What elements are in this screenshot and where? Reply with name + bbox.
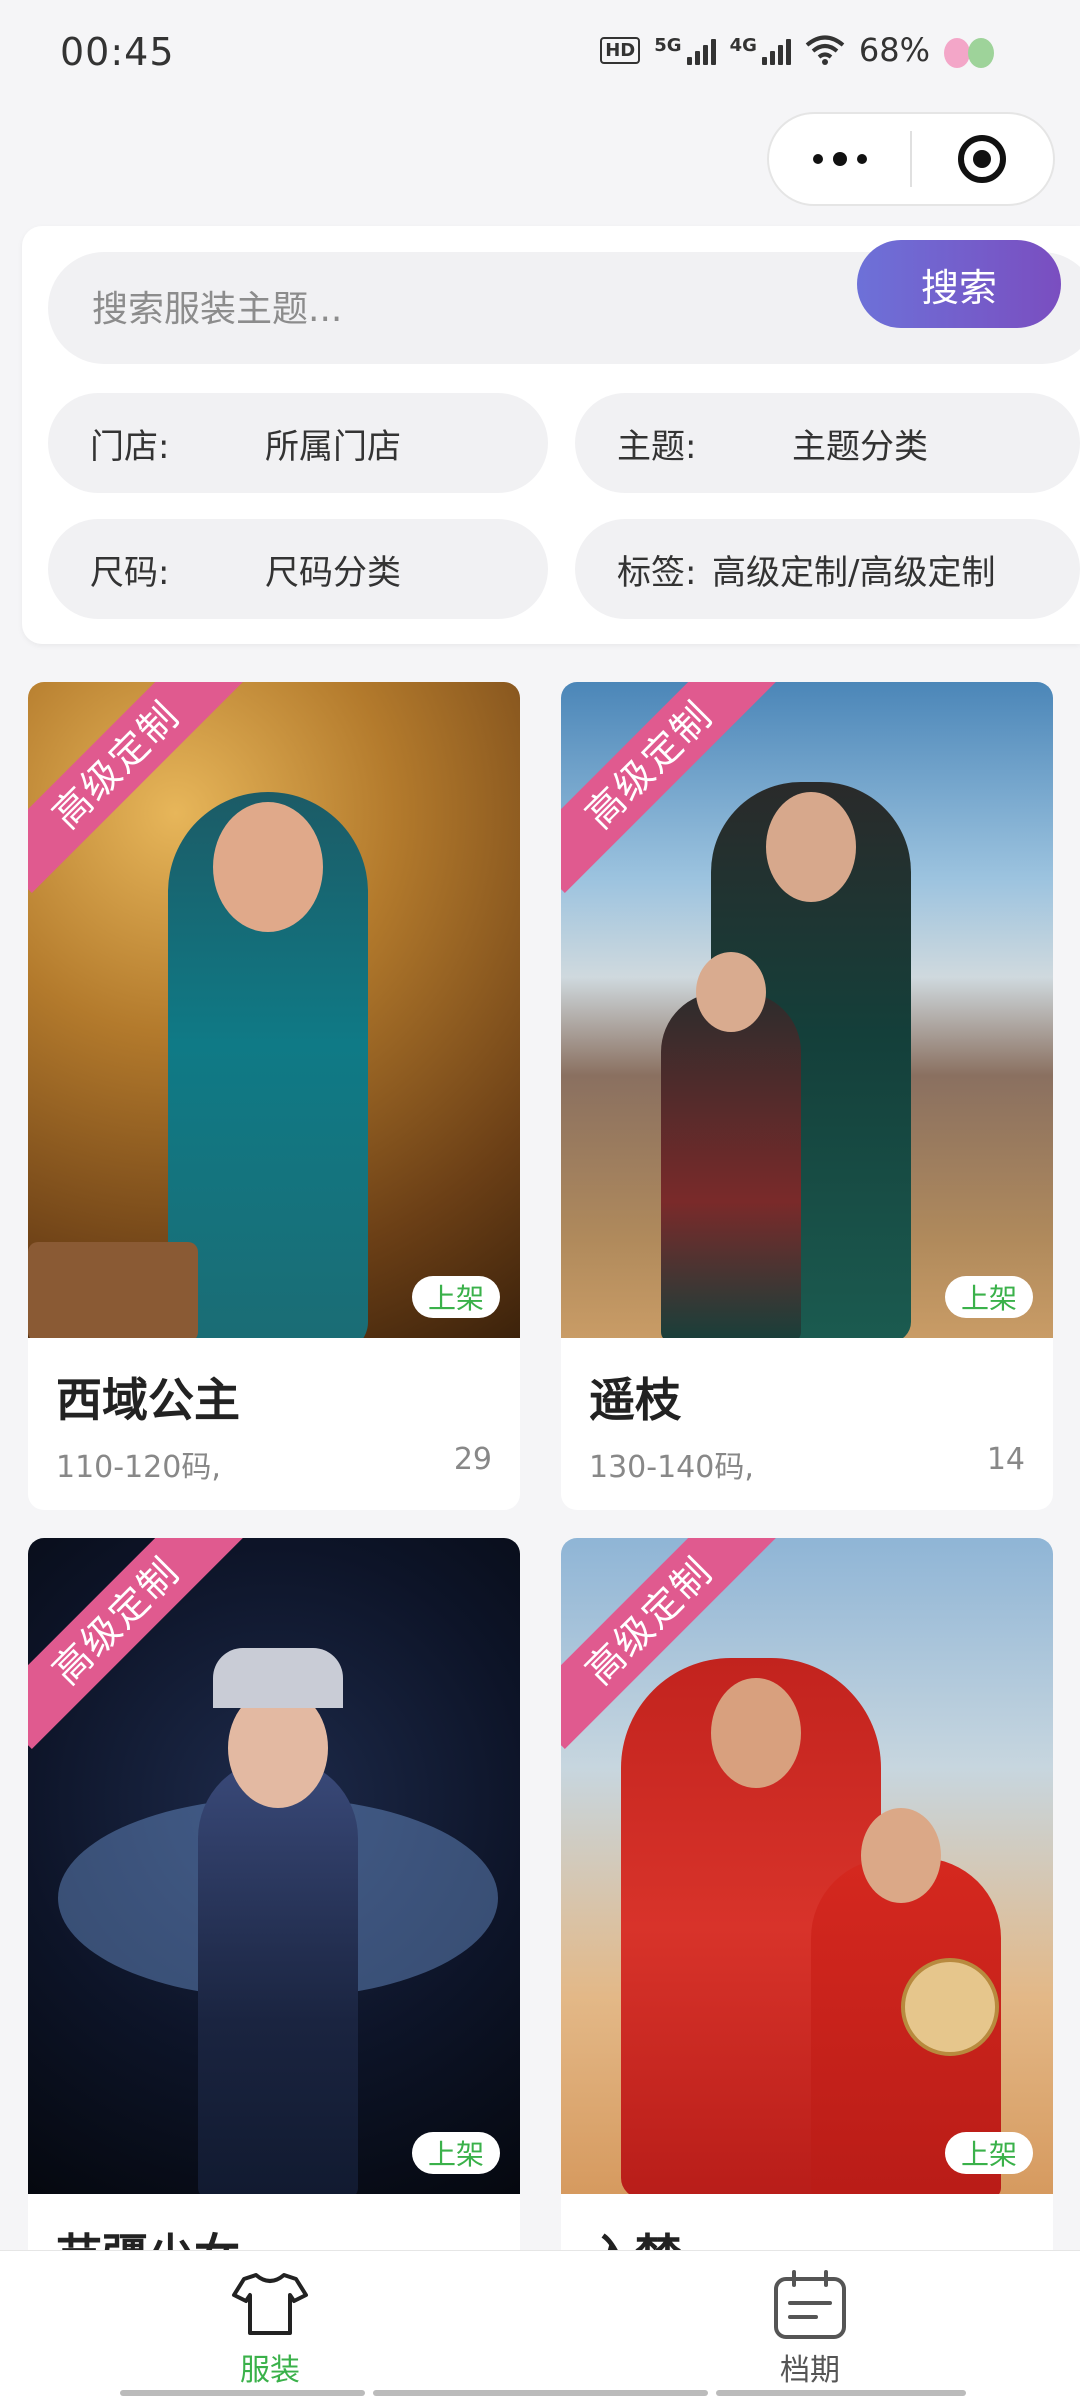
costume-card[interactable]: 高级定制 上架 西域公主 110-120码, 29 bbox=[28, 682, 520, 1510]
close-miniprogram-icon[interactable] bbox=[912, 135, 1053, 183]
more-menu-icon[interactable] bbox=[769, 152, 910, 166]
filter-tag[interactable]: 标签: 高级定制/高级定制 bbox=[575, 519, 1080, 619]
filter-value: 高级定制/高级定制 bbox=[712, 552, 996, 593]
status-badge: 上架 bbox=[412, 1276, 500, 1318]
wifi-icon bbox=[805, 35, 845, 65]
filter-key: 门店: bbox=[90, 426, 170, 467]
card-title: 遥枝 bbox=[589, 1373, 681, 1427]
filter-store[interactable]: 门店: 所属门店 bbox=[48, 393, 548, 493]
tab-label: 档期 bbox=[780, 2353, 840, 2388]
status-badge: 上架 bbox=[412, 2132, 500, 2174]
costume-card[interactable]: 高级定制 上架 入梦 bbox=[561, 1538, 1053, 2366]
filter-value: 尺码分类 bbox=[265, 552, 401, 593]
card-count: 29 bbox=[453, 1442, 492, 1477]
status-badge: 上架 bbox=[945, 2132, 1033, 2174]
tab-label: 服装 bbox=[240, 2353, 300, 2388]
filter-theme[interactable]: 主题: 主题分类 bbox=[575, 393, 1080, 493]
calendar-icon bbox=[774, 2270, 846, 2339]
search-button[interactable]: 搜索 bbox=[857, 240, 1061, 328]
bottom-tab-bar: 服装 档期 bbox=[0, 2250, 1080, 2401]
card-count: 14 bbox=[986, 1442, 1025, 1477]
search-input[interactable] bbox=[90, 252, 894, 366]
card-title: 西域公主 bbox=[56, 1373, 240, 1427]
filter-value: 主题分类 bbox=[792, 426, 928, 467]
status-bar: 00:45 HD 5G 4G 68% bbox=[0, 0, 1080, 110]
card-size: 110-120码, bbox=[56, 1450, 221, 1485]
miniprogram-capsule bbox=[767, 112, 1055, 206]
shirt-icon bbox=[232, 2273, 308, 2335]
costume-card[interactable]: 高级定制 上架 苗疆少女 bbox=[28, 1538, 520, 2366]
hd-voice-icon: HD bbox=[600, 36, 641, 64]
battery-level: 68% bbox=[858, 31, 930, 69]
filter-key: 主题: bbox=[617, 426, 697, 467]
status-time: 00:45 bbox=[60, 30, 175, 74]
signal-5g-icon: 5G bbox=[654, 35, 716, 65]
filter-value: 所属门店 bbox=[265, 426, 401, 467]
filter-size[interactable]: 尺码: 尺码分类 bbox=[48, 519, 548, 619]
status-icons: HD 5G 4G 68% bbox=[600, 30, 1000, 70]
home-indicator bbox=[120, 2390, 966, 2396]
filter-key: 标签: bbox=[617, 552, 697, 593]
card-size: 130-140码, bbox=[589, 1450, 754, 1485]
tab-clothing[interactable]: 服装 bbox=[120, 2251, 420, 2401]
costume-card[interactable]: 高级定制 上架 遥枝 130-140码, 14 bbox=[561, 682, 1053, 1510]
signal-4g-icon: 4G bbox=[730, 35, 791, 65]
filter-key: 尺码: bbox=[90, 552, 170, 593]
mascot-icon bbox=[944, 30, 1000, 70]
tab-schedule[interactable]: 档期 bbox=[660, 2251, 960, 2401]
status-badge: 上架 bbox=[945, 1276, 1033, 1318]
